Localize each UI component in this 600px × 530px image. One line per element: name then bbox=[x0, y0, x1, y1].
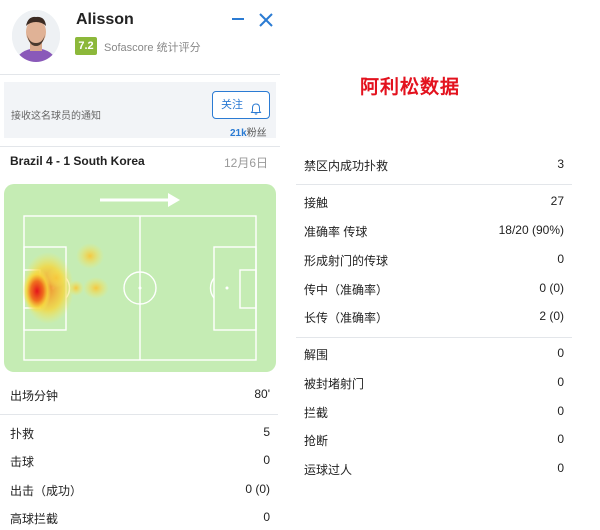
divider bbox=[0, 146, 280, 147]
stat-label: 扑救 bbox=[10, 427, 35, 441]
stat-label: 传中（准确率） bbox=[304, 283, 389, 297]
notification-box: 接收这名球员的通知 关注 21k粉丝 bbox=[4, 82, 276, 139]
stat-value: 0 (0) bbox=[245, 482, 270, 496]
divider bbox=[296, 184, 572, 185]
stat-value: 0 (0) bbox=[539, 281, 564, 295]
page-title: 阿利松数据 bbox=[360, 77, 461, 98]
fans-label: 粉丝 bbox=[246, 128, 267, 139]
stat-row-blocked-shots: 被封堵射门 0 bbox=[296, 368, 574, 396]
stat-label: 拦截 bbox=[304, 406, 329, 420]
stat-label: 禁区内成功扑救 bbox=[304, 159, 389, 173]
stat-row-minutes: 出场分钟 80' bbox=[0, 380, 278, 408]
stat-value: 0 bbox=[557, 252, 564, 266]
stat-value: 18/20 (90%) bbox=[498, 223, 564, 237]
stat-value: 0 bbox=[557, 404, 564, 418]
fans-count: 21k粉丝 bbox=[230, 124, 267, 139]
player-avatar bbox=[12, 10, 60, 62]
stat-label: 出击（成功） bbox=[10, 484, 83, 498]
stat-value: 0 bbox=[557, 375, 564, 389]
stat-value: 27 bbox=[550, 194, 564, 208]
stat-label: 长传（准确率） bbox=[304, 311, 389, 325]
stat-row-tackles: 抢断 0 bbox=[296, 425, 574, 453]
rating-source: Sofascore 统计评分 bbox=[104, 42, 201, 54]
stat-row-crosses: 传中（准确率） 0 (0) bbox=[296, 274, 574, 302]
stat-label: 抢断 bbox=[304, 434, 329, 448]
follow-button-label: 关注 bbox=[221, 99, 243, 111]
stat-value: 0 bbox=[557, 432, 564, 446]
stat-value: 0 bbox=[263, 453, 270, 467]
stat-row-saves: 扑救 5 bbox=[0, 418, 278, 446]
stat-row-punches: 击球 0 bbox=[0, 446, 278, 474]
bell-icon bbox=[250, 99, 262, 115]
stat-label: 高球拦截 bbox=[10, 512, 59, 526]
stat-value: 0 bbox=[557, 461, 564, 475]
stat-label: 运球过人 bbox=[304, 463, 353, 477]
divider bbox=[0, 74, 280, 75]
stat-value: 2 (0) bbox=[539, 309, 564, 323]
divider bbox=[0, 414, 278, 415]
close-icon[interactable] bbox=[257, 11, 275, 29]
heatmap-pitch bbox=[4, 184, 276, 372]
stat-row-key-passes: 形成射门的传球 0 bbox=[296, 245, 574, 273]
match-date: 12月6日 bbox=[224, 156, 269, 170]
stat-label: 接触 bbox=[304, 196, 329, 210]
stat-label: 准确率 传球 bbox=[304, 225, 368, 239]
match-title[interactable]: Brazil 4 - 1 South Korea bbox=[10, 154, 145, 168]
stat-row-interceptions: 拦截 0 bbox=[296, 397, 574, 425]
stat-value: 0 bbox=[263, 510, 270, 524]
player-name: Alisson bbox=[76, 11, 134, 28]
stat-row-saves-inside-box: 禁区内成功扑救 3 bbox=[296, 150, 574, 178]
stat-value: 0 bbox=[557, 346, 564, 360]
stat-row-clearances: 解围 0 bbox=[296, 339, 574, 367]
stat-row-accurate-passes: 准确率 传球 18/20 (90%) bbox=[296, 216, 574, 244]
follow-button[interactable]: 关注 bbox=[212, 91, 270, 119]
stat-label: 形成射门的传球 bbox=[304, 254, 389, 268]
stat-row-runs-out: 出击（成功） 0 (0) bbox=[0, 475, 278, 503]
minimize-icon[interactable] bbox=[230, 10, 246, 28]
stat-value: 80' bbox=[254, 387, 270, 401]
stat-label: 解围 bbox=[304, 348, 329, 362]
stat-label: 被封堵射门 bbox=[304, 377, 365, 391]
player-panel: Alisson 7.2 Sofascore 统计评分 接收这名球员的通知 关注 … bbox=[0, 0, 280, 530]
fans-number: 21k bbox=[230, 128, 247, 139]
stat-row-long-balls: 长传（准确率） 2 (0) bbox=[296, 302, 574, 330]
stat-row-high-claims: 高球拦截 0 bbox=[0, 503, 278, 530]
stat-row-dribbled-past: 运球过人 0 bbox=[296, 454, 574, 482]
stat-label: 出场分钟 bbox=[10, 389, 59, 403]
stat-label: 击球 bbox=[10, 455, 35, 469]
stat-row-touches: 接触 27 bbox=[296, 187, 574, 215]
rating-badge: 7.2 bbox=[75, 37, 97, 55]
divider bbox=[296, 337, 572, 338]
notification-prompt: 接收这名球员的通知 bbox=[11, 111, 101, 122]
stat-value: 3 bbox=[557, 157, 564, 171]
stat-value: 5 bbox=[263, 425, 270, 439]
